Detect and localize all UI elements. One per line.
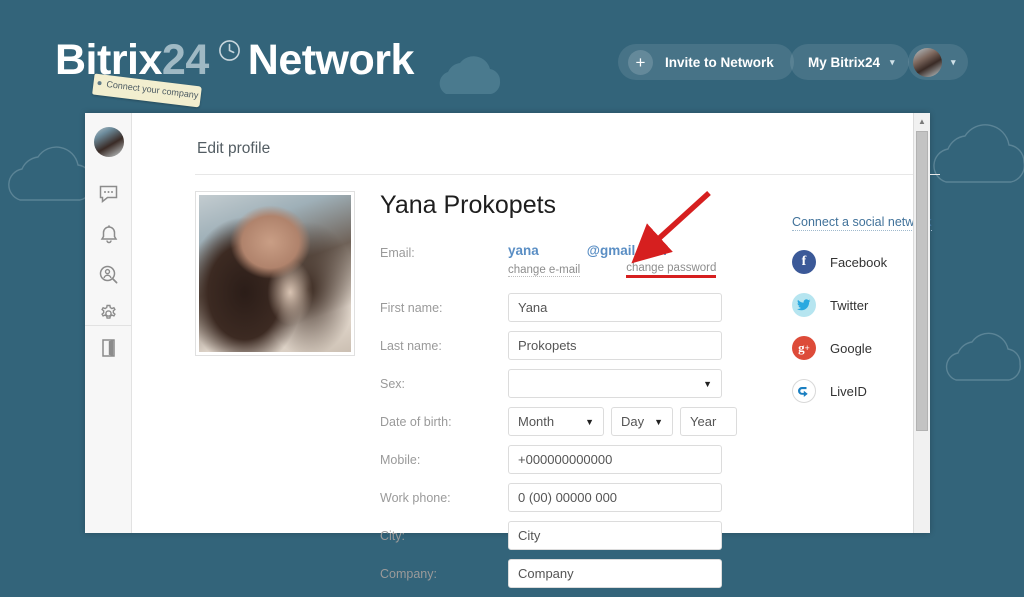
chevron-down-icon: ▼ xyxy=(585,416,594,427)
bell-icon xyxy=(100,224,117,243)
first-name-label: First name: xyxy=(380,300,443,315)
sidebar-item-notifications[interactable] xyxy=(85,216,132,252)
city-input[interactable] xyxy=(508,521,722,550)
work-phone-input[interactable] xyxy=(508,483,722,512)
email-value: yana @gmail.com xyxy=(508,243,722,258)
profile-photo-image xyxy=(199,195,351,352)
email-label: Email: xyxy=(380,246,415,260)
vertical-scrollbar[interactable]: ▲ xyxy=(913,113,930,533)
person-search-icon xyxy=(99,265,118,283)
social-label-facebook: Facebook xyxy=(830,254,888,270)
page-title: Edit profile xyxy=(197,140,271,157)
chevron-down-icon: ▼ xyxy=(703,378,712,389)
avatar xyxy=(913,47,942,77)
left-sidebar xyxy=(85,113,132,533)
sidebar-item-messages[interactable] xyxy=(85,176,132,212)
birth-month-value: Month xyxy=(518,414,555,429)
my-bitrix24-button[interactable]: My Bitrix24 ▾ xyxy=(790,44,909,80)
cloud-decoration-right xyxy=(933,124,1024,183)
form-row-email: Email: yana @gmail.com change e-mail chan… xyxy=(380,243,722,278)
sidebar-item-avatar[interactable] xyxy=(94,127,124,157)
sidebar-divider xyxy=(85,325,132,326)
liveid-icon xyxy=(792,379,816,403)
form-row-date-of-birth: Date of birth: Month ▼ Day ▼ xyxy=(380,407,737,436)
scroll-up-button[interactable]: ▲ xyxy=(914,113,930,129)
mobile-label: Mobile: xyxy=(380,452,421,467)
birth-day-select[interactable]: Day ▼ xyxy=(611,407,673,436)
birth-day-value: Day xyxy=(621,414,645,429)
email-links: change e-mail change password xyxy=(508,262,722,278)
social-item-liveid[interactable]: LiveID xyxy=(792,379,972,403)
social-item-facebook[interactable]: f Facebook xyxy=(792,250,972,274)
sidebar-item-logout[interactable] xyxy=(85,330,132,366)
clock-icon xyxy=(218,39,241,67)
social-item-google[interactable]: g + Google xyxy=(792,336,972,360)
last-name-input[interactable] xyxy=(508,331,722,360)
work-phone-label: Work phone: xyxy=(380,490,451,505)
chevron-down-icon: ▾ xyxy=(890,56,895,67)
form-row-work-phone: Work phone: xyxy=(380,483,722,512)
chevron-down-icon: ▾ xyxy=(951,56,956,67)
logo-text-network: Network xyxy=(247,36,415,84)
site-header: Bitrix24 Network Connect your company + … xyxy=(0,0,1024,110)
exit-door-icon xyxy=(101,339,115,357)
facebook-icon: f xyxy=(792,250,816,274)
birth-month-select[interactable]: Month ▼ xyxy=(508,407,604,436)
form-row-first-name: First name: xyxy=(380,293,722,322)
social-label-twitter: Twitter xyxy=(830,297,869,313)
profile-full-name: Yana Prokopets xyxy=(380,191,557,219)
company-label: Company: xyxy=(380,566,437,581)
social-label-google: Google xyxy=(830,340,872,356)
scrollbar-thumb[interactable] xyxy=(916,131,928,431)
main-panel: Edit profile Yana Prokopets Email: yana @… xyxy=(85,113,940,588)
form-row-company: Company: xyxy=(380,559,722,588)
email-control: yana @gmail.com change e-mail change pass… xyxy=(508,243,722,278)
logo-text-24: 24 xyxy=(161,36,209,84)
company-input[interactable] xyxy=(508,559,722,588)
panel-content: Edit profile Yana Prokopets Email: yana @… xyxy=(132,113,940,588)
city-label: City: xyxy=(380,528,405,543)
form-row-last-name: Last name: xyxy=(380,331,722,360)
sidebar-item-search-people[interactable] xyxy=(85,256,132,292)
invite-to-network-label: Invite to Network xyxy=(665,54,774,70)
last-name-label: Last name: xyxy=(380,338,442,353)
social-item-twitter[interactable]: Twitter xyxy=(792,293,972,317)
chevron-down-icon: ▼ xyxy=(654,416,663,427)
connect-social-network-link[interactable]: Connect a social network xyxy=(792,215,932,231)
form-row-mobile: Mobile: xyxy=(380,445,722,474)
change-email-link[interactable]: change e-mail xyxy=(508,264,581,277)
google-plus-icon: g + xyxy=(792,336,816,360)
user-menu-button[interactable]: ▾ xyxy=(908,44,968,80)
title-divider xyxy=(195,174,940,175)
chat-bubble-icon xyxy=(99,185,118,203)
email-suffix: @gmail.com xyxy=(586,243,667,258)
plus-icon: + xyxy=(628,49,653,75)
twitter-icon xyxy=(792,293,816,317)
first-name-input[interactable] xyxy=(508,293,722,322)
my-bitrix24-label: My Bitrix24 xyxy=(808,54,881,70)
date-of-birth-label: Date of birth: xyxy=(380,414,452,429)
invite-to-network-button[interactable]: + Invite to Network xyxy=(618,44,794,80)
form-row-city: City: xyxy=(380,521,722,550)
profile-photo[interactable] xyxy=(195,191,355,356)
change-password-link[interactable]: change password xyxy=(626,262,717,278)
sex-select[interactable]: ▼ xyxy=(508,369,722,398)
sex-label: Sex: xyxy=(380,376,406,391)
social-connect-panel: Connect a social network f Facebook Twit… xyxy=(792,213,972,403)
profile-form: Yana Prokopets Email: yana @gmail.com cha… xyxy=(380,191,737,597)
gear-icon xyxy=(101,304,116,319)
birth-year-input[interactable] xyxy=(680,407,737,436)
email-prefix: yana xyxy=(508,243,539,258)
mobile-input[interactable] xyxy=(508,445,722,474)
form-row-sex: Sex: ▼ xyxy=(380,369,722,398)
social-label-liveid: LiveID xyxy=(830,383,867,399)
email-redaction-mask xyxy=(538,244,587,257)
